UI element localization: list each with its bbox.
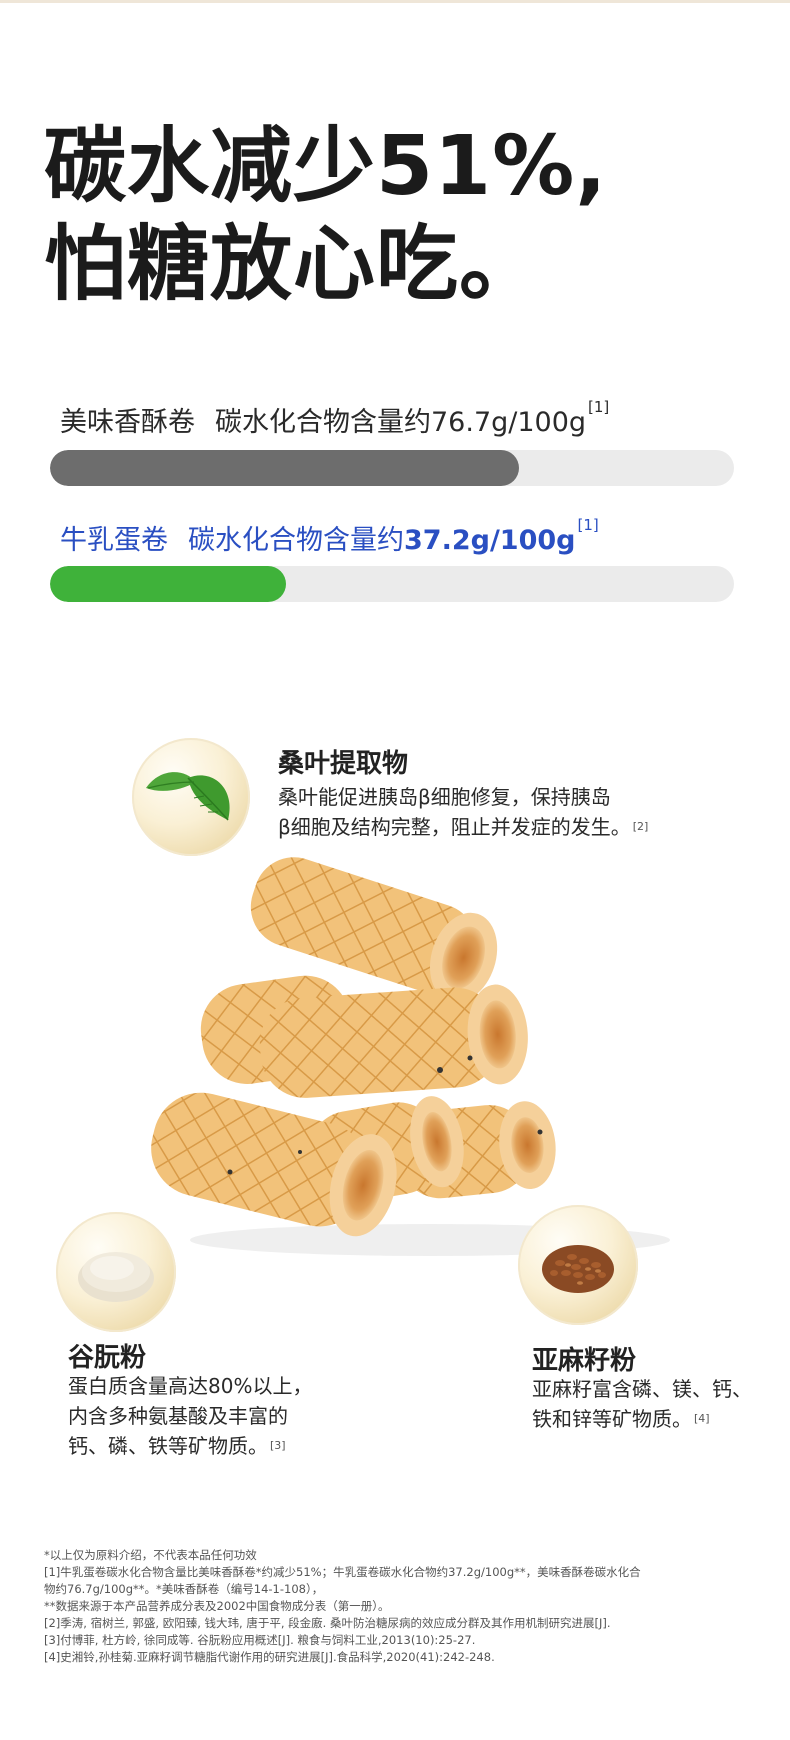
product-name: 牛乳蛋卷 [60,525,168,556]
desc-line: 内含多种氨基酸及丰富的 [68,1404,288,1428]
desc-line: 钙、磷、铁等矿物质。 [68,1434,268,1458]
top-divider [0,0,790,3]
desc-line: 蛋白质含量高达80%以上， [68,1374,313,1398]
footnote-line: [1]牛乳蛋卷碳水化合物含量比美味香酥卷*约减少51%；牛乳蛋卷碳水化合物约37… [44,1565,641,1579]
footnotes: *以上仅为原料介绍，不代表本品任何功效 [1]牛乳蛋卷碳水化合物含量比美味香酥卷… [44,1547,754,1666]
reference-mark: [2] [632,820,649,833]
comparison-label-regular: 美味香酥卷 碳水化合物含量约76.7g/100g [1] [60,398,610,439]
ingredient-desc-flaxseed: 亚麻籽富含磷、镁、钙、 铁和锌等矿物质。 [4] [532,1374,752,1434]
ingredient-title-mulberry: 桑叶提取物 [278,749,409,779]
footnote-line: 物约76.7g/100g**。*美味香酥卷（编号14-1-108）， [44,1582,324,1596]
desc-line: 桑叶能促进胰岛β细胞修复，保持胰岛 [278,785,611,809]
comparison-label-milk-roll: 牛乳蛋卷 碳水化合物含量约37.2g/100g [1] [60,516,599,557]
headline: 碳水减少51%, 怕糖放心吃。 [44,118,607,314]
carb-bar-milk-roll [50,566,734,602]
reference-mark: [4] [694,1412,710,1425]
metric-prefix: 碳水化合物含量约 [215,407,431,438]
footnote-line: **数据来源于本产品营养成分表及2002中国食物成分表（第一册）。 [44,1599,390,1613]
footnote-line: [3]付博菲, 杜方岭, 徐同成等. 谷朊粉应用概述[J]. 粮食与饲料工业,2… [44,1633,476,1647]
metric-value: 37.2g/100g [404,525,576,556]
ingredient-title-flaxseed: 亚麻籽粉 [532,1346,637,1376]
wheat-gluten-powder-icon [56,1212,176,1332]
mulberry-leaf-icon [132,738,250,856]
product-name: 美味香酥卷 [60,407,195,438]
footnote-line: *以上仅为原料介绍，不代表本品任何功效 [44,1548,257,1562]
desc-line: β细胞及结构完整，阻止并发症的发生。 [278,815,631,839]
footnote-line: [2]季涛, 宿树兰, 郭盛, 欧阳臻, 钱大玮, 唐于平, 段金廒. 桑叶防治… [44,1616,611,1630]
footnote-line: [4]史湘铃,孙桂菊.亚麻籽调节糖脂代谢作用的研究进展[J].食品科学,2020… [44,1650,495,1664]
carb-bar-fill [50,566,286,602]
flaxseed-icon [518,1205,638,1325]
ingredient-title-gluten: 谷朊粉 [68,1343,147,1373]
carb-bar-fill [50,450,519,486]
ingredient-desc-mulberry: 桑叶能促进胰岛β细胞修复，保持胰岛 β细胞及结构完整，阻止并发症的发生。 [2] [278,782,648,842]
metric-prefix: 碳水化合物含量约 [188,525,404,556]
reference-mark: [1] [588,398,610,416]
reference-mark: [1] [577,516,599,534]
metric-value: 76.7g/100g [431,407,587,438]
desc-line: 亚麻籽富含磷、镁、钙、 [532,1377,752,1401]
ingredient-desc-gluten: 蛋白质含量高达80%以上， 内含多种氨基酸及丰富的 钙、磷、铁等矿物质。 [3] [68,1371,312,1461]
carb-bar-regular [50,450,734,486]
desc-line: 铁和锌等矿物质。 [532,1407,692,1431]
egg-roll-product-image [140,842,670,1262]
headline-line-2: 怕糖放心吃。 [44,217,543,312]
headline-line-1: 碳水减少51%, [44,119,608,214]
reference-mark: [3] [270,1439,286,1452]
